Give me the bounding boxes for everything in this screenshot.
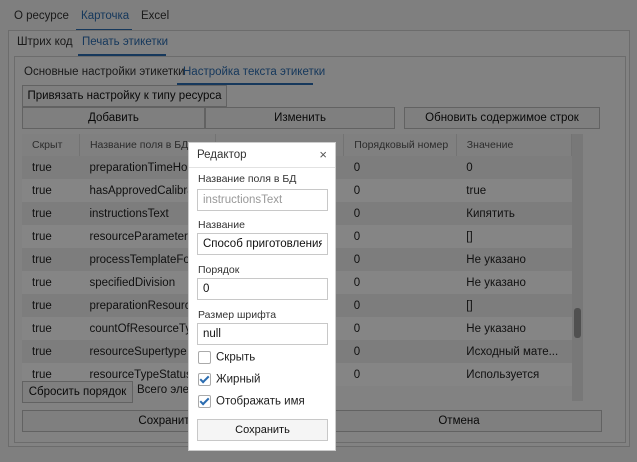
db-field-input[interactable]: [197, 189, 328, 211]
show-name-checkbox-label: Отображать имя: [216, 395, 305, 408]
dialog-save-button[interactable]: Сохранить: [197, 419, 328, 441]
bold-checkbox-label: Жирный: [216, 373, 261, 386]
editor-dialog: Редактор × Название поля в БД Название П…: [188, 142, 336, 451]
db-field-label: Название поля в БД: [198, 173, 297, 185]
font-size-label: Размер шрифта: [198, 309, 277, 321]
order-label: Порядок: [198, 264, 240, 276]
bold-checkbox-row[interactable]: Жирный: [198, 373, 260, 387]
name-input[interactable]: [197, 233, 328, 255]
close-icon[interactable]: ×: [319, 147, 327, 162]
bold-checkbox[interactable]: [198, 373, 211, 386]
show-name-checkbox-row[interactable]: Отображать имя: [198, 395, 305, 409]
font-size-input[interactable]: [197, 323, 328, 345]
hide-checkbox[interactable]: [198, 351, 211, 364]
hide-checkbox-label: Скрыть: [216, 351, 256, 364]
hide-checkbox-row[interactable]: Скрыть: [198, 351, 255, 365]
dialog-divider: [189, 167, 335, 168]
name-label: Название: [198, 219, 245, 231]
show-name-checkbox[interactable]: [198, 395, 211, 408]
dialog-title: Редактор: [197, 149, 247, 161]
order-input[interactable]: [197, 278, 328, 300]
